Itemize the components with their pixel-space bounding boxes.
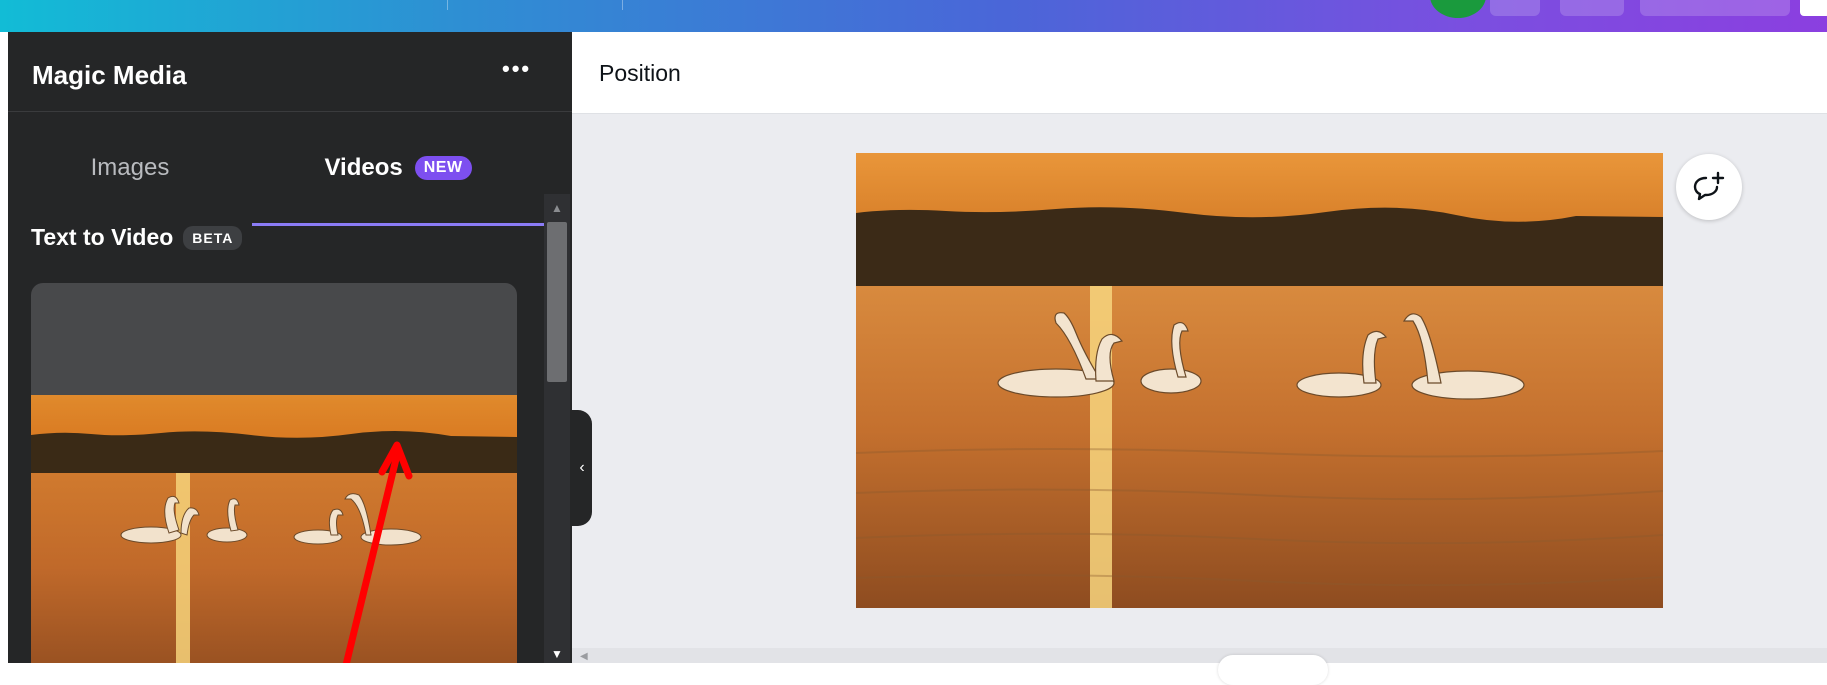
scroll-thumb[interactable] [547,222,567,382]
share-button[interactable] [1640,0,1790,16]
panel-header: Magic Media ••• [8,32,572,112]
video-result-card[interactable] [31,283,517,663]
tab-images[interactable]: Images [8,112,252,224]
editor-toolbar: Position [572,32,1827,114]
add-comment-icon [1693,171,1725,201]
position-button[interactable]: Position [599,60,681,87]
caret-up-icon[interactable]: ▲ [544,200,570,216]
tab-label: Videos [324,153,403,181]
top-bar-button[interactable] [1560,0,1624,16]
top-bar-button[interactable] [1800,0,1827,16]
more-horizontal-icon: ••• [502,56,532,81]
top-bar-divider [447,0,448,10]
caret-down-icon[interactable]: ▼ [544,646,570,662]
top-bar-divider [622,0,623,10]
beta-badge: BETA [183,225,243,250]
chevron-left-icon: ‹ [579,459,585,476]
top-bar [0,0,1827,32]
page-control[interactable] [1218,655,1328,685]
new-badge: NEW [414,155,472,180]
caret-left-icon[interactable]: ◀ [580,651,588,662]
panel-scrollbar[interactable]: ▲ ▼ [544,194,570,663]
more-options-button[interactable]: ••• [502,58,542,86]
section-title-text: Text to Video [31,224,174,250]
magic-media-panel: Magic Media ••• Images Videos NEW Text t… [8,32,572,663]
top-bar-button[interactable] [1490,0,1540,16]
panel-title: Magic Media [32,60,187,90]
swans-canvas-image[interactable] [856,153,1663,608]
bottom-strip [572,648,1827,663]
swans-video-thumbnail[interactable] [31,395,517,663]
avatar[interactable] [1430,0,1486,18]
collapse-panel-button[interactable]: ‹ [572,410,592,526]
section-title: Text to Video BETA [31,224,243,251]
tab-videos[interactable]: Videos NEW [252,112,544,226]
left-edge [0,32,8,663]
add-comment-button[interactable] [1676,154,1742,220]
tab-label: Images [90,154,170,181]
